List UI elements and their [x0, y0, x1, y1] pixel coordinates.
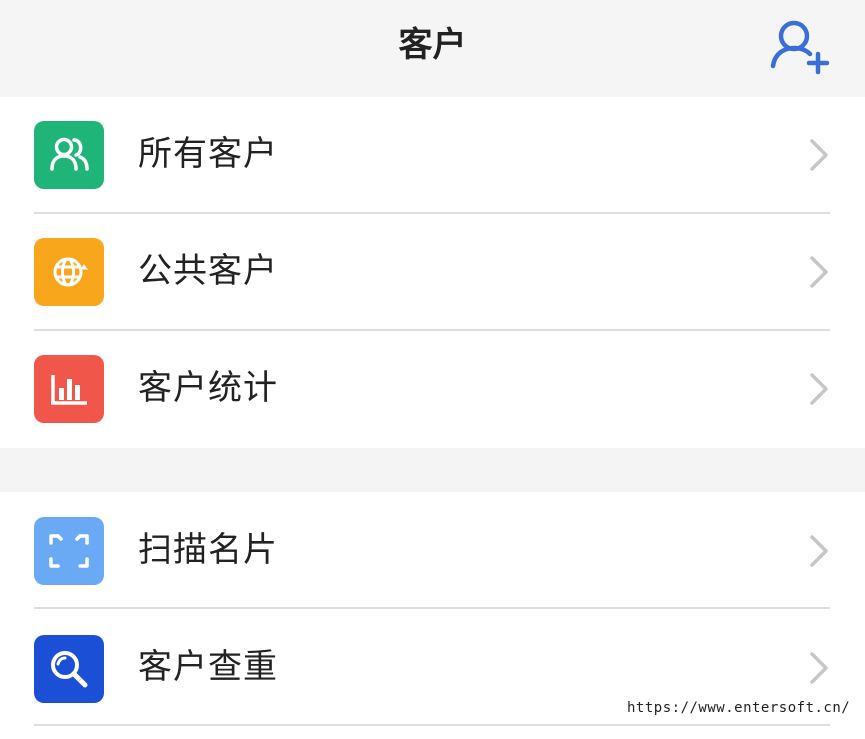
chevron-right-icon	[810, 652, 828, 684]
menu-item-label: 客户统计	[138, 368, 278, 408]
menu-item-public-customers[interactable]: 公共客户	[0, 214, 865, 331]
chevron-right-icon	[810, 535, 828, 567]
magnifier-icon	[34, 635, 104, 703]
scan-icon	[34, 517, 104, 585]
menu-item-label: 公共客户	[138, 251, 278, 291]
customer-page: 客户 所有客户 公共客户 客户统计 扫描名片 客户查重 https://www.…	[0, 0, 865, 739]
bar-chart-icon	[34, 355, 104, 423]
globe-icon	[34, 238, 104, 306]
page-title: 客户	[398, 25, 467, 65]
chevron-right-icon	[810, 373, 828, 405]
menu-item-label: 所有客户	[138, 134, 278, 174]
add-customer-button[interactable]	[766, 16, 832, 76]
nav-bar: 客户	[0, 0, 865, 97]
menu-item-label: 客户查重	[138, 647, 278, 687]
menu-item-label: 扫描名片	[138, 530, 278, 570]
add-user-icon	[770, 20, 830, 75]
watermark-text: https://www.entersoft.cn/	[627, 700, 851, 716]
divider	[34, 724, 830, 726]
menu-group-customers: 所有客户 公共客户 客户统计	[0, 97, 865, 448]
menu-item-all-customers[interactable]: 所有客户	[0, 97, 865, 214]
people-icon	[34, 121, 104, 189]
menu-item-customer-stats[interactable]: 客户统计	[0, 331, 865, 448]
chevron-right-icon	[810, 139, 828, 171]
menu-item-scan-card[interactable]: 扫描名片	[0, 492, 865, 609]
chevron-right-icon	[810, 256, 828, 288]
